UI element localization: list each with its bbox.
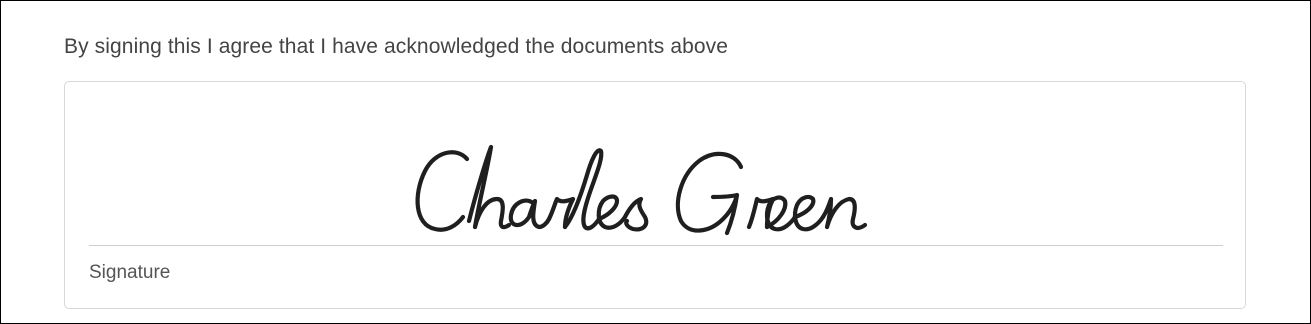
signature-line: [89, 245, 1223, 246]
signature-pad[interactable]: Signature: [64, 81, 1246, 309]
agreement-text: By signing this I agree that I have ackn…: [64, 35, 729, 58]
signature-label: Signature: [89, 262, 171, 283]
handwritten-signature: [415, 144, 868, 236]
signature-panel: By signing this I agree that I have ackn…: [0, 0, 1311, 324]
